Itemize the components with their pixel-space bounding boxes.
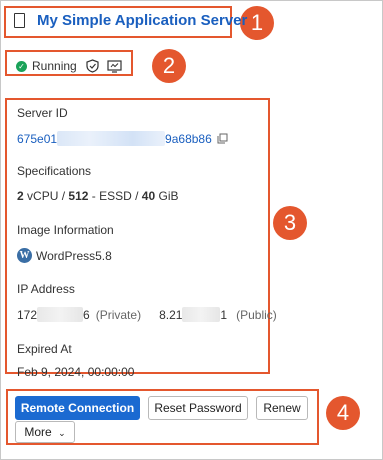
- specifications-field: Specifications 2 vCPU / 512 - ESSD / 40 …: [17, 164, 179, 203]
- specifications-label: Specifications: [17, 164, 92, 178]
- server-id-value-row: 675e01 9a68b86: [17, 131, 228, 146]
- server-id-field: Server ID 675e01 9a68b86: [17, 106, 228, 146]
- private-ip-tag: (Private): [95, 307, 142, 322]
- ip-label: IP Address: [17, 282, 75, 296]
- ip-value-row: 172 6 (Private) 8.21 1 (Public): [17, 307, 277, 322]
- callout-badge-4: 4: [326, 396, 360, 430]
- specifications-value: 2 vCPU / 512 - ESSD / 40 GiB: [17, 189, 179, 203]
- public-ip-tag: (Public): [236, 307, 277, 322]
- remote-connection-button[interactable]: Remote Connection: [15, 396, 140, 420]
- image-value: WordPress5.8: [36, 248, 112, 263]
- monitor-icon[interactable]: [107, 59, 123, 73]
- check-circle-icon: ✓: [16, 60, 27, 72]
- callout-badge-3: 3: [273, 206, 307, 240]
- server-id-label: Server ID: [17, 106, 68, 120]
- memory-value: 512: [68, 189, 89, 203]
- expired-value: Feb 9, 2024, 00:00:00: [17, 365, 135, 379]
- more-dropdown-button[interactable]: More ⌄: [15, 421, 75, 443]
- wordpress-icon: W: [17, 248, 32, 263]
- disk-size: 40: [141, 189, 156, 203]
- cpu-unit: vCPU: [27, 189, 59, 203]
- private-ip-redacted: [37, 307, 84, 322]
- title-row: My Simple Application Server: [14, 12, 247, 29]
- private-ip-suffix: 6: [83, 307, 90, 322]
- status-text: Running: [32, 59, 77, 73]
- public-ip-prefix: 8.21: [159, 307, 183, 322]
- public-ip-redacted: [182, 307, 221, 322]
- disk-type: ESSD: [99, 189, 132, 203]
- cpu-count: 2: [17, 189, 24, 203]
- expired-field: Expired At Feb 9, 2024, 00:00:00: [17, 342, 134, 379]
- server-icon: [14, 13, 25, 28]
- status-row: ✓ Running: [16, 59, 129, 73]
- server-id-redacted: [57, 131, 166, 146]
- disk-unit: GiB: [158, 189, 179, 203]
- reset-password-button[interactable]: Reset Password: [148, 396, 248, 420]
- copy-icon[interactable]: [217, 133, 228, 144]
- server-name-link[interactable]: My Simple Application Server: [37, 12, 247, 29]
- renew-button[interactable]: Renew: [256, 396, 308, 420]
- expired-label: Expired At: [17, 342, 72, 356]
- image-field: Image Information W WordPress5.8: [17, 223, 114, 263]
- public-ip-suffix: 1: [220, 307, 228, 322]
- chevron-down-icon: ⌄: [58, 428, 66, 438]
- shield-icon[interactable]: [85, 59, 101, 73]
- private-ip-prefix: 172: [17, 307, 38, 322]
- server-id-prefix: 675e01: [17, 131, 58, 146]
- callout-badge-2: 2: [152, 49, 186, 83]
- image-value-row: W WordPress5.8: [17, 248, 114, 263]
- more-button-label: More: [24, 425, 52, 439]
- ip-field: IP Address 172 6 (Private) 8.21 1 (Publi…: [17, 282, 277, 322]
- image-label: Image Information: [17, 223, 114, 237]
- server-id-suffix: 9a68b86: [165, 131, 212, 146]
